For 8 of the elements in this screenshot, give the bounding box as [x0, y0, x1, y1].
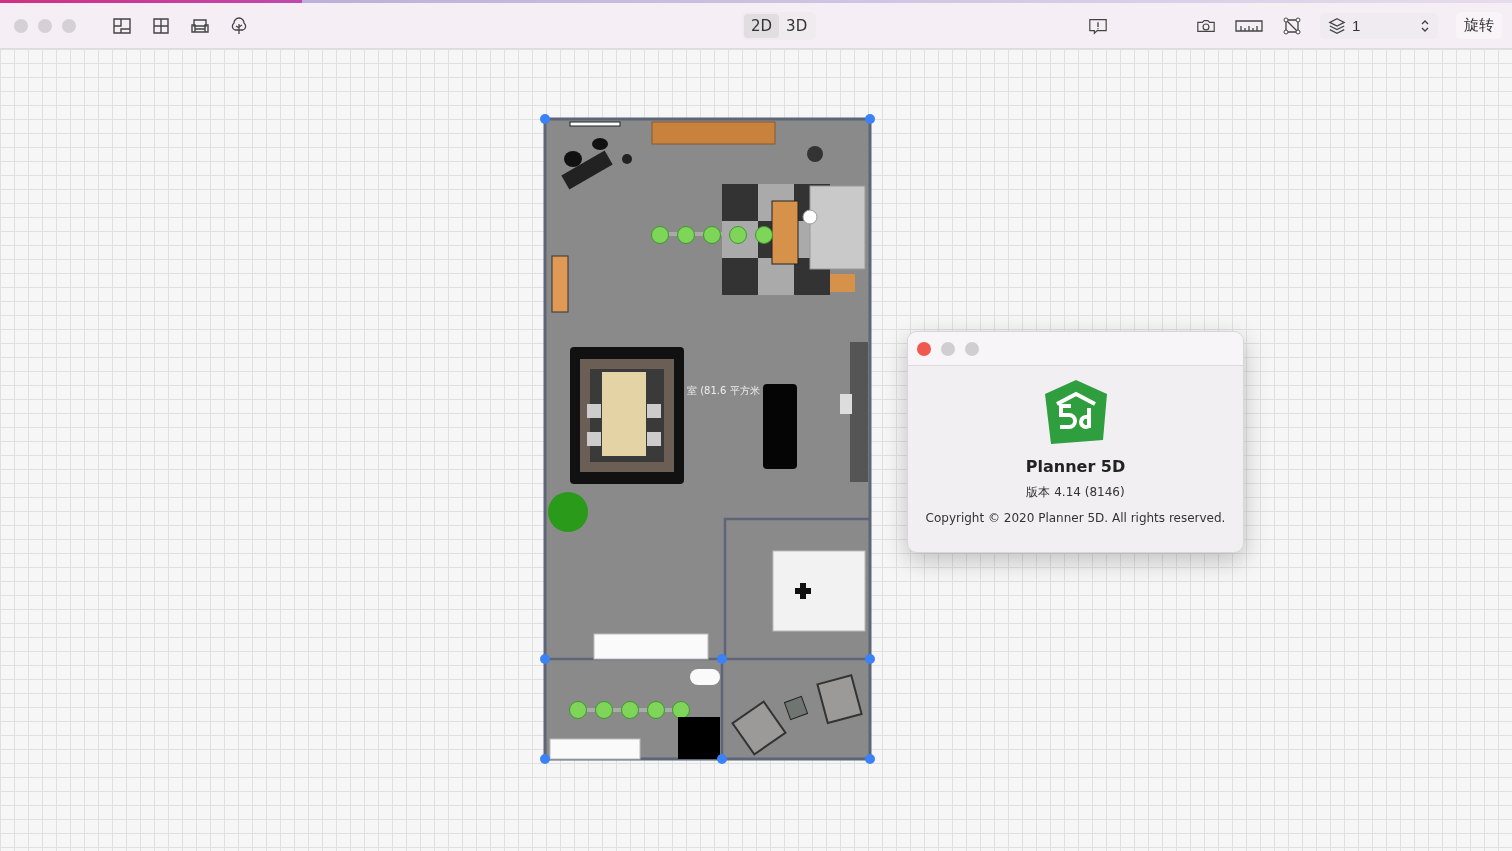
layer-select[interactable]: 1 — [1320, 12, 1438, 39]
view-mode-tab[interactable]: 2D — [744, 13, 780, 38]
view-mode-tab[interactable]: 3D — [779, 13, 815, 38]
copyright-text: Copyright © 2020 Planner 5D. All rights reserved. — [925, 511, 1226, 525]
room-label: 室 (81.6 平方米 — [687, 385, 760, 396]
version-text: 版本 4.14 (8146) — [1026, 484, 1125, 501]
rotate-button[interactable]: 旋转 — [1456, 12, 1502, 39]
app-name: Planner 5D — [1025, 457, 1126, 476]
